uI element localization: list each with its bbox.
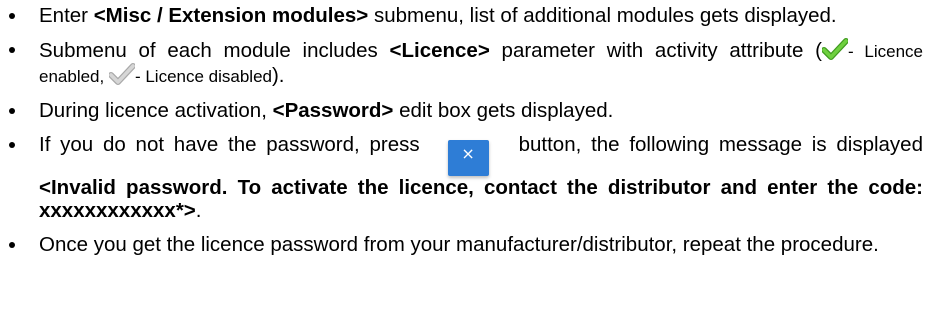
edit-box-name: <Password>: [272, 99, 394, 122]
disabled-label: - Licence disabled: [134, 67, 272, 86]
bullet-list: Enter <Misc / Extension modules> submenu…: [0, 4, 933, 256]
text: Submenu of each module includes: [39, 39, 390, 62]
list-item: Enter <Misc / Extension modules> submenu…: [0, 4, 933, 27]
text: .: [195, 199, 202, 222]
list-item: If you do not have the password, press × b…: [0, 133, 933, 222]
text: If you do not have the password, press: [39, 133, 420, 156]
menu-name: <Misc / Extension modules>: [93, 4, 369, 27]
check-grey-icon: [108, 63, 135, 85]
text: Enter: [39, 4, 94, 27]
list-item: Submenu of each module includes <Licence…: [0, 38, 933, 88]
text: parameter with activity attribute (: [489, 39, 822, 62]
list-item: Once you get the licence password from y…: [0, 233, 933, 256]
check-green-icon: [821, 38, 848, 60]
text: During licence activation,: [39, 99, 273, 122]
bullet-dot: [9, 47, 15, 53]
close-button[interactable]: ×: [447, 140, 489, 176]
list-item: During licence activation, <Password> ed…: [0, 99, 933, 122]
bullet-dot: [9, 13, 15, 19]
text: edit box gets displayed.: [393, 99, 614, 122]
text: ).: [271, 64, 285, 87]
document-body: Enter <Misc / Extension modules> submenu…: [0, 0, 933, 256]
parameter-name: <Licence>: [389, 39, 490, 62]
bullet-dot: [9, 242, 15, 248]
error-message: <Invalid password. To activate the licen…: [39, 176, 923, 222]
bullet-dot: [9, 142, 15, 148]
text: Once you get the licence password from y…: [39, 233, 879, 256]
text: submenu, list of additional modules gets…: [368, 4, 837, 27]
text: button, the following message is display…: [518, 133, 923, 156]
bullet-dot: [9, 108, 15, 114]
close-x-icon: ×: [461, 144, 475, 163]
